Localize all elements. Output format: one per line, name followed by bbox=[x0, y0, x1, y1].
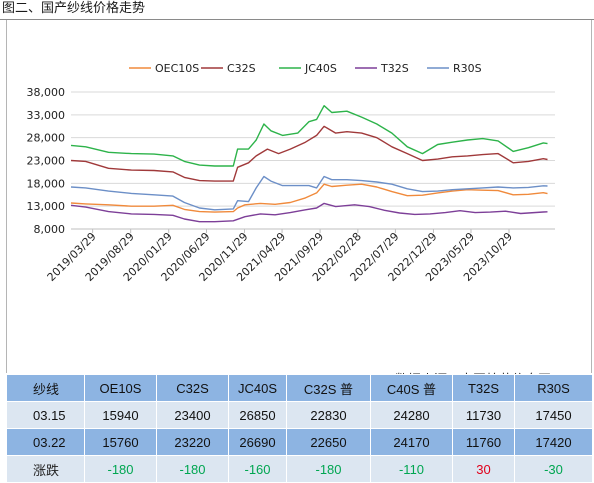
header-cell: C40S 普 bbox=[370, 374, 453, 402]
change-cell: -180 bbox=[286, 455, 371, 483]
legend-label: C32S bbox=[227, 62, 256, 75]
header-cell: JC40S bbox=[228, 374, 287, 402]
table-cell: 23400 bbox=[156, 401, 229, 429]
table-header-row: 纱线 OE10S C32S JC40S C32S 普 C40S 普 T32S R… bbox=[6, 374, 593, 402]
change-label-cell: 涨跌 bbox=[6, 455, 85, 483]
line-chart: 8,000 13,000 18,000 23,000 28,000 33,000 38,00… bbox=[27, 62, 555, 284]
y-tick-label: 38,000 bbox=[27, 86, 66, 99]
change-cell: -180 bbox=[84, 455, 157, 483]
y-tick-label: 23,000 bbox=[27, 155, 66, 168]
table-row: 03.22 15760 23220 26690 22650 24170 1176… bbox=[6, 428, 593, 456]
table-cell: 11760 bbox=[452, 428, 515, 456]
row-date-cell: 03.15 bbox=[6, 401, 85, 429]
figure: 图二、国产纱线价格走势 8,000 13,000 18,000 23,000 28,00… bbox=[0, 0, 594, 483]
y-tick-label: 33,000 bbox=[27, 109, 66, 122]
chart-frame: 8,000 13,000 18,000 23,000 28,000 33,000 38,00… bbox=[6, 20, 592, 388]
legend-label: OEC10S bbox=[155, 62, 199, 75]
header-cell: C32S 普 bbox=[286, 374, 371, 402]
y-tick-label: 18,000 bbox=[27, 177, 66, 190]
header-bar: 图二、国产纱线价格走势 bbox=[0, 0, 594, 20]
table-cell: 23220 bbox=[156, 428, 229, 456]
table-cell: 26690 bbox=[228, 428, 287, 456]
change-cell: -160 bbox=[228, 455, 287, 483]
legend-label: T32S bbox=[380, 62, 409, 75]
change-cell: 30 bbox=[452, 455, 515, 483]
y-tick-label: 28,000 bbox=[27, 132, 66, 145]
table-cell: 15940 bbox=[84, 401, 157, 429]
y-tick-label: 8,000 bbox=[34, 223, 66, 236]
row-date-cell: 03.22 bbox=[6, 428, 85, 456]
table-change-row: 涨跌 -180 -180 -160 -180 -110 30 -30 bbox=[6, 455, 593, 483]
table-cell: 17420 bbox=[514, 428, 593, 456]
table-row: 03.15 15940 23400 26850 22830 24280 1173… bbox=[6, 401, 593, 429]
header-cell: C32S bbox=[156, 374, 229, 402]
series-line-r30s bbox=[70, 175, 548, 211]
table-cell: 26850 bbox=[228, 401, 287, 429]
legend-label: JC40S bbox=[304, 62, 337, 75]
table-cell: 11730 bbox=[452, 401, 515, 429]
y-tick-label: 13,000 bbox=[27, 200, 66, 213]
figure-title: 图二、国产纱线价格走势 bbox=[2, 1, 146, 16]
table-cell: 22830 bbox=[286, 401, 371, 429]
header-cell: R30S bbox=[514, 374, 593, 402]
header-cell: T32S bbox=[452, 374, 515, 402]
change-cell: -30 bbox=[514, 455, 593, 483]
header-cell: OE10S bbox=[84, 374, 157, 402]
table-cell: 17450 bbox=[514, 401, 593, 429]
change-cell: -110 bbox=[370, 455, 453, 483]
legend-label: R30S bbox=[453, 62, 482, 75]
table-cell: 22650 bbox=[286, 428, 371, 456]
table-cell: 24170 bbox=[370, 428, 453, 456]
table-cell: 24280 bbox=[370, 401, 453, 429]
table-cell: 15760 bbox=[84, 428, 157, 456]
change-cell: -180 bbox=[156, 455, 229, 483]
price-table: 纱线 OE10S C32S JC40S C32S 普 C40S 普 T32S R… bbox=[6, 374, 593, 483]
header-cell: 纱线 bbox=[6, 374, 85, 402]
